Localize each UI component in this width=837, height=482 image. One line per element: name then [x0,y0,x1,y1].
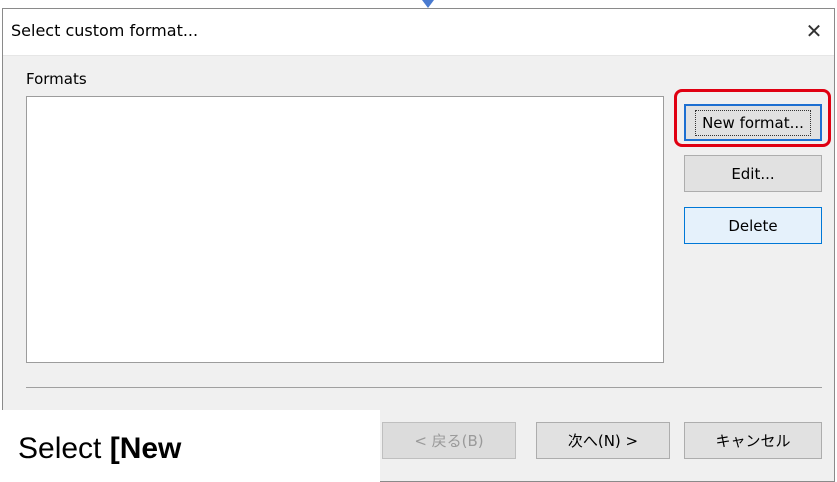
instruction-caption: Select [New [0,410,380,482]
separator [26,387,822,388]
pointer-arrow-icon [422,0,434,8]
caption-bold: [New [109,432,182,465]
delete-button[interactable]: Delete [684,207,822,244]
dialog-title: Select custom format... [11,21,199,40]
formats-listbox[interactable] [26,96,664,363]
edit-button[interactable]: Edit... [684,155,822,192]
caption-text: Select [New [18,432,181,466]
back-button[interactable]: < 戻る(B) [382,422,516,459]
caption-prefix: Select [18,432,110,465]
close-icon[interactable]: ✕ [800,17,828,45]
new-format-button[interactable]: New format... [684,104,822,141]
title-bar: Select custom format... ✕ [3,9,834,56]
next-button[interactable]: 次へ(N) > [536,422,670,459]
cancel-button[interactable]: キャンセル [684,422,822,459]
formats-label: Formats [26,70,87,88]
new-format-button-label: New format... [695,109,811,136]
